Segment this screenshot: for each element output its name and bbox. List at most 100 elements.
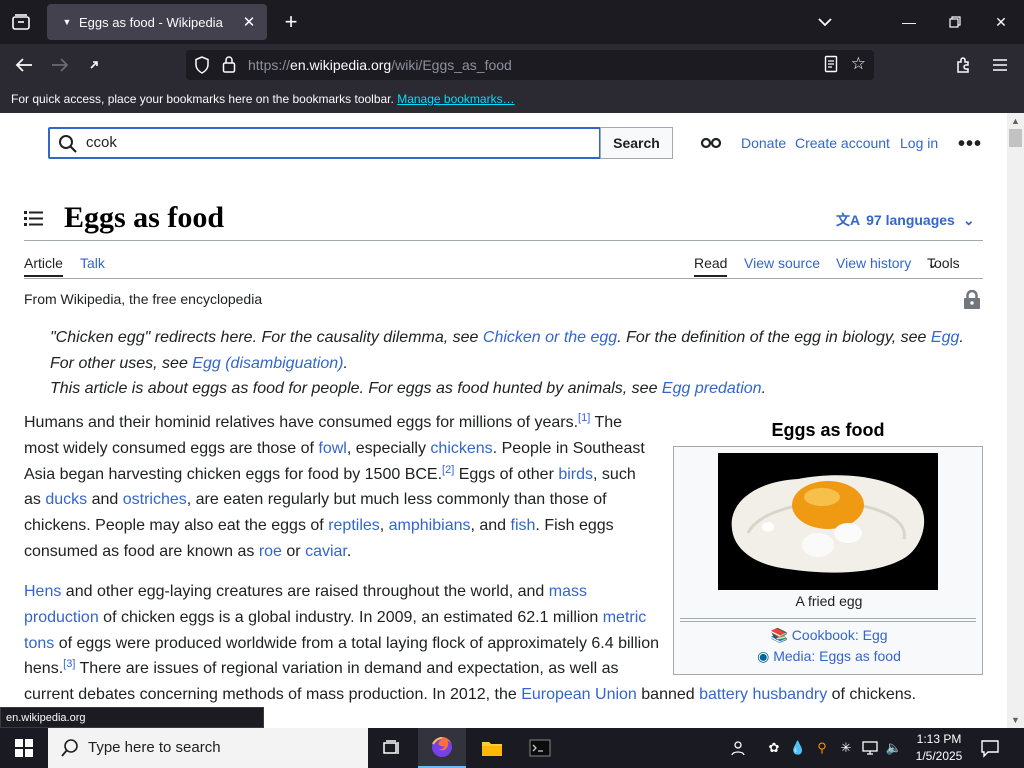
amphibians-link[interactable]: amphibians xyxy=(389,517,471,534)
maximize-button[interactable] xyxy=(932,0,978,44)
tracking-protection-icon[interactable] xyxy=(194,56,210,77)
tab-eggs-as-food[interactable]: ▼ Eggs as food - Wikipedia ✕ xyxy=(47,4,267,40)
tab-view-source[interactable]: View source xyxy=(744,255,820,271)
search-icon xyxy=(60,738,80,762)
bookmark-star-icon[interactable]: ☆ xyxy=(851,54,866,74)
ref-link[interactable]: [1] xyxy=(578,412,590,424)
egg-predation-link[interactable]: Egg predation xyxy=(662,380,762,397)
appearance-icon[interactable] xyxy=(700,131,722,155)
windows-taskbar: Type here to search ✿ 💧 ⚲ ✳ 🔈 1:13 PM 1/… xyxy=(0,728,1024,768)
more-options-icon[interactable]: ••• xyxy=(958,133,982,156)
page-scrollbar[interactable]: ▲ ▼ xyxy=(1007,113,1024,728)
infobox-divider xyxy=(680,621,976,622)
log-in-link[interactable]: Log in xyxy=(900,135,938,151)
caviar-link[interactable]: caviar xyxy=(305,543,347,560)
taskbar-search-box[interactable]: Type here to search xyxy=(48,728,368,768)
tab-read[interactable]: Read xyxy=(694,255,728,277)
cookbook-link[interactable]: 📚 Cookbook: Egg xyxy=(674,627,984,644)
metric-tons-link[interactable]: tons xyxy=(24,635,54,652)
chickens-link[interactable]: chickens xyxy=(430,440,492,457)
ref-link[interactable]: [3] xyxy=(63,658,75,670)
mass-production-link[interactable]: production xyxy=(24,609,99,626)
new-tab-button[interactable]: + xyxy=(278,8,304,36)
egg-link[interactable]: Egg xyxy=(931,329,959,346)
notifications-icon[interactable] xyxy=(980,738,1000,763)
tab-view-history[interactable]: View history xyxy=(836,255,911,271)
protected-padlock-icon[interactable] xyxy=(963,289,981,315)
chevron-down-icon: ⌄ xyxy=(962,212,975,228)
ducks-link[interactable]: ducks xyxy=(45,491,87,508)
tools-chevron-icon: ⌄ xyxy=(927,255,939,271)
birds-link[interactable]: birds xyxy=(558,466,593,483)
people-icon[interactable] xyxy=(728,738,748,758)
commons-media-link[interactable]: ◉ Media: Eggs as food xyxy=(674,648,984,665)
infobox-divider xyxy=(680,618,976,619)
navigation-toolbar: https://en.wikipedia.org/wiki/Eggs_as_fo… xyxy=(0,44,1024,86)
hatnote: This article is about eggs as food for p… xyxy=(50,380,767,397)
hatnote: "Chicken egg" redirects here. For the ca… xyxy=(50,329,964,346)
terminal-icon[interactable] xyxy=(516,728,564,768)
infobox: A fried egg 📚 Cookbook: Egg ◉ Media: Egg… xyxy=(673,446,983,675)
scroll-down-icon[interactable]: ▼ xyxy=(1007,712,1024,728)
fried-egg-image[interactable] xyxy=(718,453,938,590)
mass-production-link[interactable]: mass xyxy=(549,583,587,600)
hens-link[interactable]: Hens xyxy=(24,583,61,600)
web-page: ccok Search Donate Create account Log in… xyxy=(0,113,1007,728)
settings-tray-icon[interactable]: ✳ xyxy=(836,738,856,758)
search-input[interactable]: ccok xyxy=(48,127,601,159)
volume-icon[interactable]: 🔈 xyxy=(884,738,904,758)
file-explorer-icon[interactable] xyxy=(468,728,516,768)
main-menu-icon[interactable] xyxy=(24,209,44,232)
manage-bookmarks-link[interactable]: Manage bookmarks… xyxy=(397,92,514,106)
reload-icon[interactable] xyxy=(80,52,108,78)
task-view-icon[interactable] xyxy=(368,728,416,768)
egg-disambiguation-link[interactable]: Egg (disambiguation) xyxy=(192,355,343,372)
tab-article[interactable]: Article xyxy=(24,255,63,277)
fowl-link[interactable]: fowl xyxy=(318,440,346,457)
search-tray-icon[interactable]: ⚲ xyxy=(812,738,832,758)
app-menu-icon[interactable] xyxy=(986,52,1014,78)
forward-icon[interactable] xyxy=(46,52,74,78)
infobox-title: Eggs as food xyxy=(771,420,885,440)
close-window-button[interactable]: ✕ xyxy=(978,0,1024,44)
scroll-up-icon[interactable]: ▲ xyxy=(1007,113,1024,129)
reptiles-link[interactable]: reptiles xyxy=(328,517,380,534)
lock-icon[interactable] xyxy=(222,55,236,76)
list-tabs-icon[interactable] xyxy=(802,0,848,44)
chicken-or-egg-link[interactable]: Chicken or the egg xyxy=(483,329,617,346)
network-icon[interactable] xyxy=(860,738,880,758)
translate-icon: 文A xyxy=(836,212,861,228)
close-tab-icon[interactable]: ✕ xyxy=(237,13,261,31)
create-account-link[interactable]: Create account xyxy=(795,135,890,151)
app-tray-icon[interactable]: ✿ xyxy=(764,738,784,758)
extensions-icon[interactable] xyxy=(950,52,978,78)
fish-link[interactable]: fish xyxy=(511,517,536,534)
search-button[interactable]: Search xyxy=(600,127,673,159)
wikibooks-icon: 📚 xyxy=(770,627,788,643)
minimize-button[interactable]: — xyxy=(886,0,932,44)
european-union-link[interactable]: European Union xyxy=(521,686,637,703)
roe-link[interactable]: roe xyxy=(259,543,282,560)
hatnote: For other uses, see Egg (disambiguation)… xyxy=(50,355,348,372)
reader-view-icon[interactable] xyxy=(824,55,838,76)
tab-talk[interactable]: Talk xyxy=(80,255,105,271)
address-bar[interactable]: https://en.wikipedia.org/wiki/Eggs_as_fo… xyxy=(186,50,874,80)
system-clock[interactable]: 1:13 PM 1/5/2025 xyxy=(908,731,970,765)
ostriches-link[interactable]: ostriches xyxy=(123,491,187,508)
back-icon[interactable] xyxy=(10,52,38,78)
droplet-tray-icon[interactable]: 💧 xyxy=(788,738,808,758)
scroll-thumb[interactable] xyxy=(1009,129,1022,147)
page-title: Eggs as food xyxy=(64,201,225,234)
clock-time: 1:13 PM xyxy=(916,732,962,746)
donate-link[interactable]: Donate xyxy=(741,135,786,151)
firefox-view-icon[interactable] xyxy=(0,0,42,44)
start-button[interactable] xyxy=(0,728,48,768)
language-button[interactable]: 文A 97 languages ⌄ xyxy=(836,210,975,230)
battery-husbandry-link[interactable]: battery husbandry xyxy=(699,686,827,703)
ref-link[interactable]: [2] xyxy=(442,464,454,476)
tab-title: Eggs as food - Wikipedia xyxy=(79,14,223,30)
metric-tons-link[interactable]: metric xyxy=(603,609,647,626)
commons-icon: ◉ xyxy=(757,648,770,664)
tab-bar: ▼ Eggs as food - Wikipedia ✕ + — ✕ xyxy=(0,0,1024,44)
firefox-taskbar-icon[interactable] xyxy=(418,728,466,768)
